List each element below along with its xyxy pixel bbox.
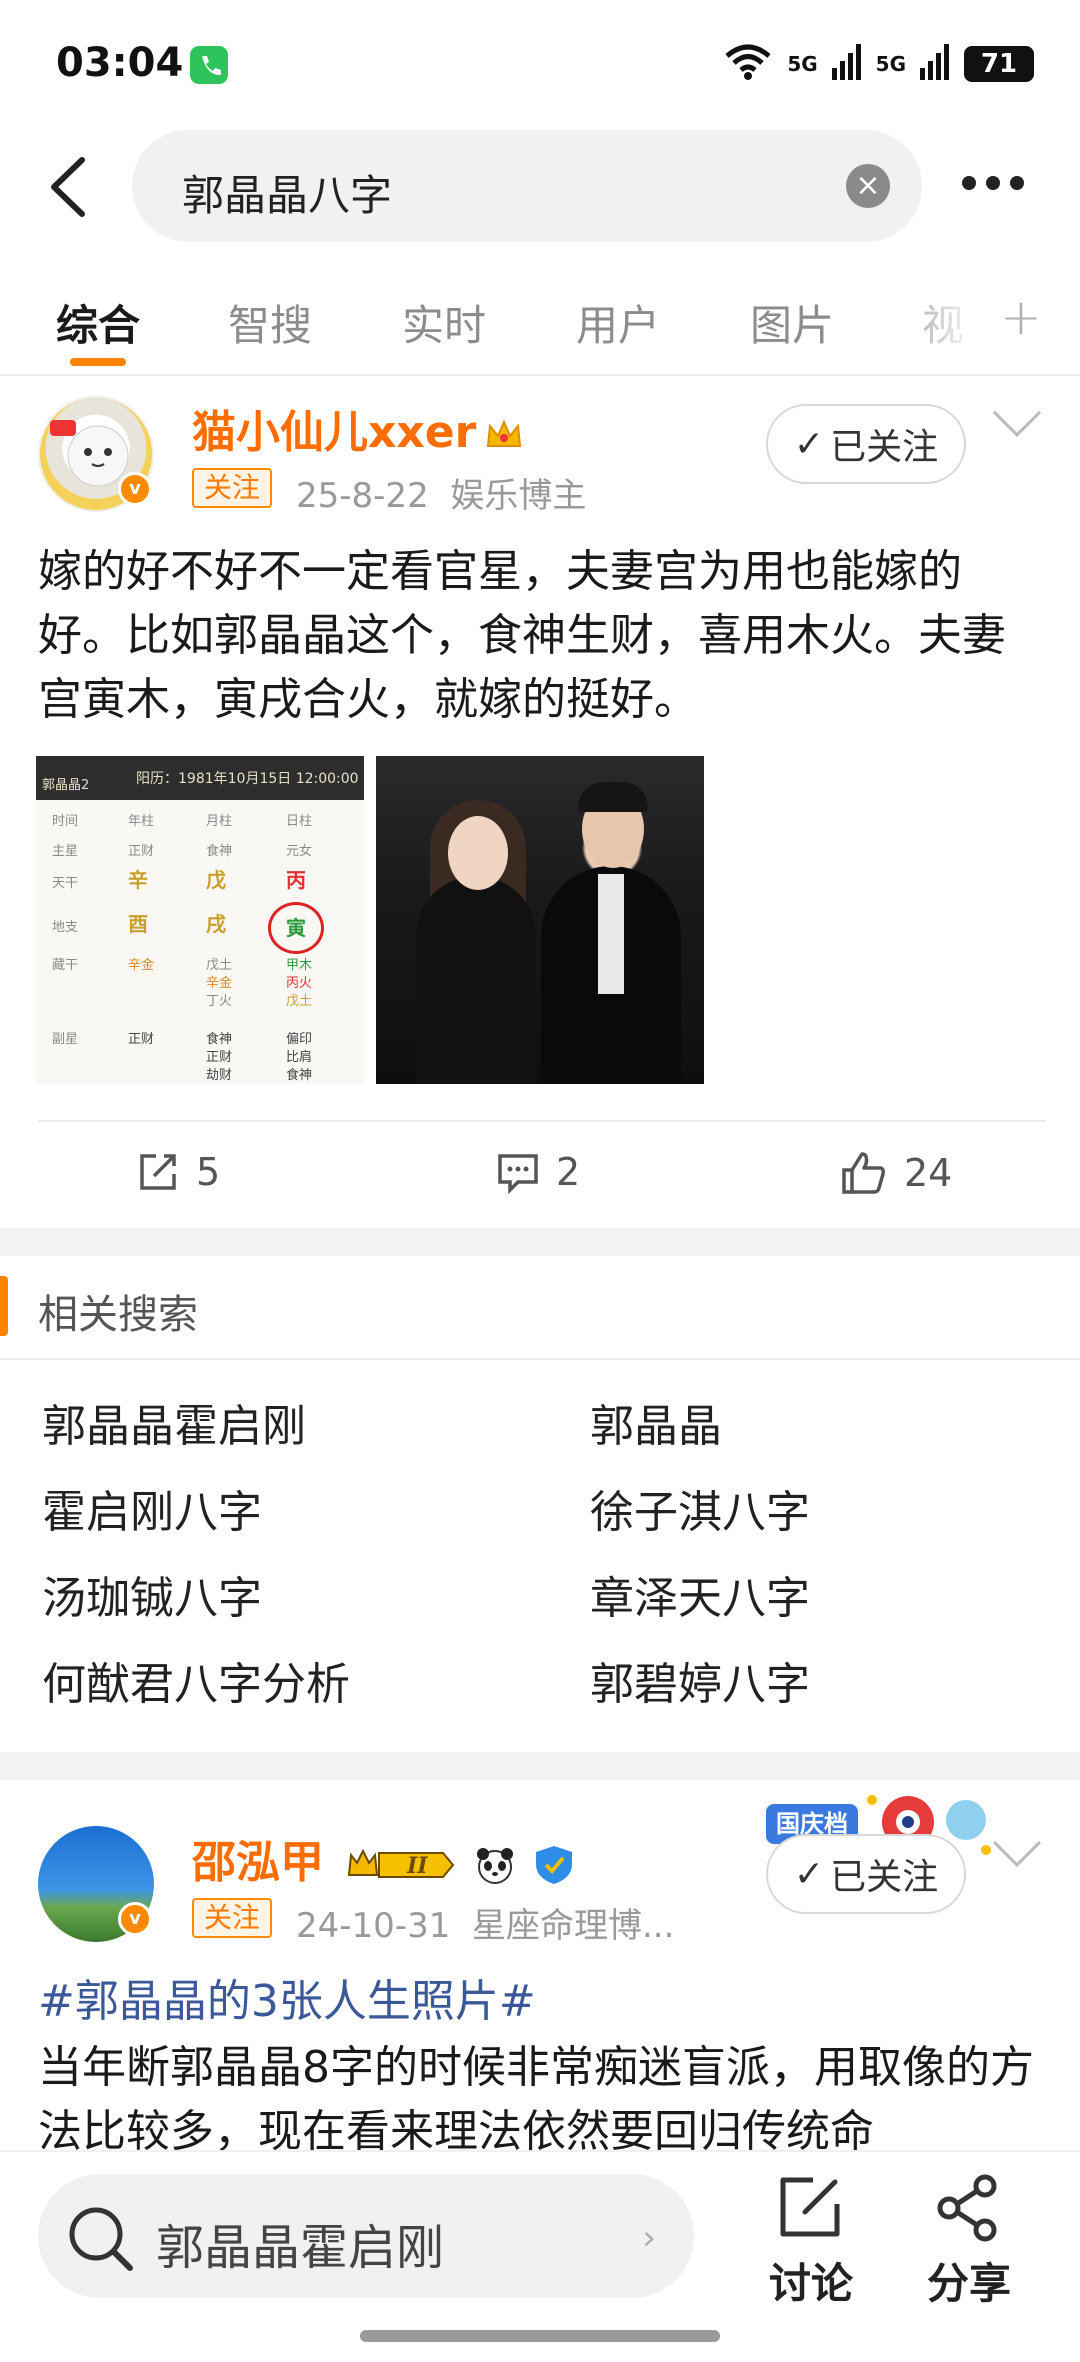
post-meta: 24-10-31 星座命理博... xyxy=(296,1898,674,1947)
followed-button[interactable]: ✓ 已关注 xyxy=(766,404,966,484)
tab-smart-search[interactable]: 智搜 xyxy=(228,292,312,353)
comment-count: 2 xyxy=(556,1150,581,1194)
bottom-search-text: 郭晶晶霍启刚 xyxy=(156,2220,445,2276)
phone-call-icon xyxy=(190,46,228,84)
network-type-2: 5G xyxy=(875,52,906,76)
chart-header: 郭晶晶2 阳历：1981年10月15日 12:00:00 xyxy=(36,756,364,800)
follow-tag[interactable]: 关注 xyxy=(192,1898,273,1938)
like-count: 24 xyxy=(904,1151,953,1195)
back-button[interactable] xyxy=(40,154,100,220)
related-search-item[interactable]: 章泽天八字 xyxy=(590,1562,810,1626)
related-search-item[interactable]: 徐子淇八字 xyxy=(590,1476,810,1540)
tab-images[interactable]: 图片 xyxy=(750,292,834,353)
bazi-chart-image[interactable]: 郭晶晶2 阳历：1981年10月15日 12:00:00 时间 年柱 月柱 日柱… xyxy=(36,756,364,1084)
post-username[interactable]: 猫小仙儿xxer xyxy=(192,396,524,460)
active-tab-indicator xyxy=(70,358,126,366)
verified-badge-icon: v xyxy=(118,472,152,506)
network-type-1: 5G xyxy=(787,52,818,76)
post-meta: 25-8-22 娱乐博主 xyxy=(296,468,586,517)
thumbs-up-icon xyxy=(842,1152,885,1194)
check-icon: ✓ xyxy=(793,423,825,465)
battery-level: 71 xyxy=(964,46,1034,82)
red-circle-annotation xyxy=(268,902,324,954)
edit-icon xyxy=(780,2177,840,2237)
like-button[interactable]: 24 xyxy=(840,1150,952,1196)
post-text[interactable]: 当年断郭晶晶8字的时候非常痴迷盲派，用取像的方法比较多，现在看来理法依然要回归传… xyxy=(38,2036,1048,2164)
followed-button[interactable]: ✓ 已关注 xyxy=(766,1834,966,1914)
share-label: 分享 xyxy=(926,2259,1011,2308)
section-separator xyxy=(0,1228,1080,1256)
tab-users[interactable]: 用户 xyxy=(576,292,660,353)
discuss-button[interactable]: 讨论 xyxy=(756,2174,866,2311)
back-arrow-icon xyxy=(51,157,85,217)
repost-icon xyxy=(140,1154,176,1190)
related-search-item[interactable]: 郭碧婷八字 xyxy=(590,1648,810,1712)
post-username[interactable]: 邵泓甲 II xyxy=(192,1826,576,1890)
related-search-item[interactable]: 何猷君八字分析 xyxy=(42,1648,350,1712)
section-separator xyxy=(0,1752,1080,1780)
post-date: 24-10-31 xyxy=(296,1906,451,1946)
clear-search-button[interactable]: × xyxy=(846,164,890,208)
comment-icon xyxy=(498,1154,538,1194)
vip-level-badge-icon: II xyxy=(348,1848,455,1879)
search-icon xyxy=(69,2207,133,2271)
chevron-down-icon[interactable] xyxy=(992,388,1042,438)
share-button[interactable]: 分享 xyxy=(914,2174,1024,2311)
divider xyxy=(38,1120,1046,1122)
tab-comprehensive[interactable]: 综合 xyxy=(56,292,140,353)
search-header: 郭晶晶八字 × xyxy=(0,130,1080,242)
add-tab-icon[interactable]: + xyxy=(1000,288,1042,346)
search-query: 郭晶晶八字 xyxy=(182,171,393,220)
wifi-icon xyxy=(723,42,773,86)
related-accent-bar xyxy=(0,1276,8,1336)
follow-tag[interactable]: 关注 xyxy=(192,468,273,508)
chevron-right-icon: › xyxy=(642,2218,656,2258)
related-search-item[interactable]: 霍启刚八字 xyxy=(42,1476,262,1540)
post-hashtag[interactable]: #郭晶晶的3张人生照片# xyxy=(38,1970,1048,2034)
post-date: 25-8-22 xyxy=(296,476,429,516)
more-options-button[interactable] xyxy=(962,176,1024,190)
repost-button[interactable]: 5 xyxy=(136,1150,220,1194)
bottom-search-input[interactable]: 郭晶晶霍启刚 › xyxy=(38,2174,694,2298)
crown-icon xyxy=(487,419,522,447)
repost-count: 5 xyxy=(196,1150,221,1194)
verified-badge-icon: v xyxy=(118,1902,152,1936)
post-category: 星座命理博... xyxy=(471,1906,675,1946)
discuss-label: 讨论 xyxy=(768,2259,853,2308)
check-icon: ✓ xyxy=(793,1853,825,1895)
comment-button[interactable]: 2 xyxy=(496,1150,580,1194)
share-icon xyxy=(937,2174,997,2242)
signal-icon-2 xyxy=(920,44,950,84)
tab-realtime[interactable]: 实时 xyxy=(402,292,486,353)
signal-icon xyxy=(831,44,862,84)
related-searches-title: 相关搜索 xyxy=(38,1292,198,1338)
svg-text:II: II xyxy=(406,1853,428,1879)
related-search-item[interactable]: 汤珈铖八字 xyxy=(42,1562,262,1626)
shield-badge-icon xyxy=(535,1846,572,1884)
related-search-item[interactable]: 郭晶晶霍启刚 xyxy=(42,1390,306,1454)
status-bar: 03:04 5G 5G 71 xyxy=(0,0,1080,132)
home-indicator[interactable] xyxy=(360,2330,720,2342)
panda-icon xyxy=(476,1848,513,1884)
post-text[interactable]: 嫁的好不好不一定看官星，夫妻宫为用也能嫁的好。比如郭晶晶这个，食神生财，喜用木火… xyxy=(38,540,1048,732)
more-dot-icon xyxy=(962,176,976,190)
related-search-item[interactable]: 郭晶晶 xyxy=(590,1390,722,1454)
chevron-down-icon[interactable] xyxy=(992,1818,1042,1868)
search-input[interactable]: 郭晶晶八字 × xyxy=(132,130,922,242)
post-category: 娱乐博主 xyxy=(450,476,587,516)
tab-bar: 综合 智搜 实时 用户 图片 视 + xyxy=(0,280,1080,376)
couple-photo-image[interactable] xyxy=(376,756,704,1084)
chart-grid: 时间 年柱 月柱 日柱 主星 正财 食神 元女 天干 辛 戊 丙 地支 酉 戌 … xyxy=(36,800,364,1084)
status-time: 03:04 xyxy=(56,40,184,86)
